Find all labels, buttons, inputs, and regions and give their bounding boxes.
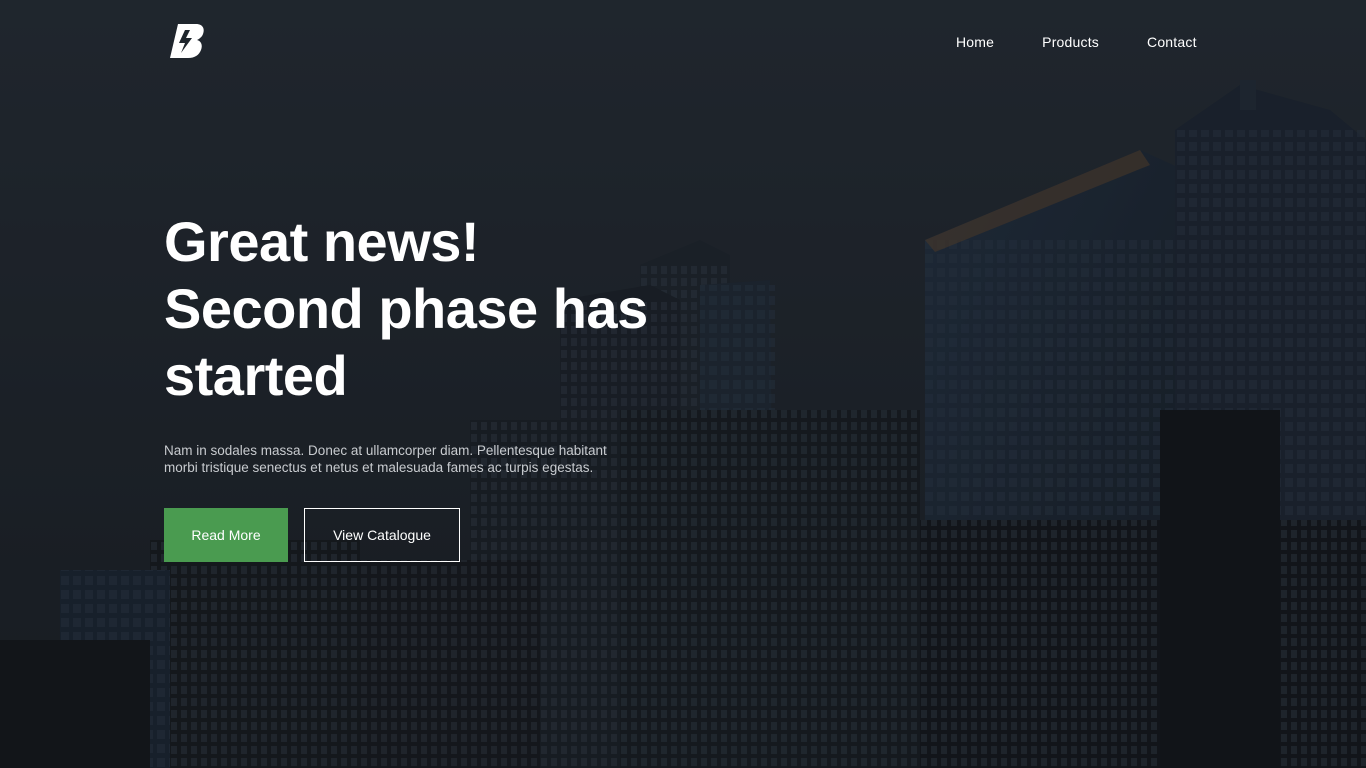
site-header: Home Products Contact [0, 0, 1366, 84]
view-catalogue-button[interactable]: View Catalogue [304, 508, 460, 562]
headline-line-3: started [164, 344, 348, 407]
headline-line-1: Great news! [164, 210, 480, 273]
nav-contact[interactable]: Contact [1131, 33, 1213, 51]
hero-lead-text: Nam in sodales massa. Donec at ullamcorp… [164, 442, 654, 476]
bolt-b-logo-icon[interactable] [170, 24, 206, 58]
read-more-button[interactable]: Read More [164, 508, 288, 562]
main-nav: Home Products Contact [940, 33, 1213, 51]
lead-line-1: Nam in sodales massa. Donec at ullamcorp… [164, 443, 607, 458]
hero-headline: Great news! Second phase has started [164, 208, 804, 409]
headline-line-2: Second phase has [164, 277, 648, 340]
nav-home[interactable]: Home [940, 33, 1010, 51]
nav-products[interactable]: Products [1026, 33, 1115, 51]
hero-section: Home Products Contact Great news! Second… [0, 0, 1366, 768]
lead-line-2: morbi tristique senectus et netus et mal… [164, 460, 594, 475]
